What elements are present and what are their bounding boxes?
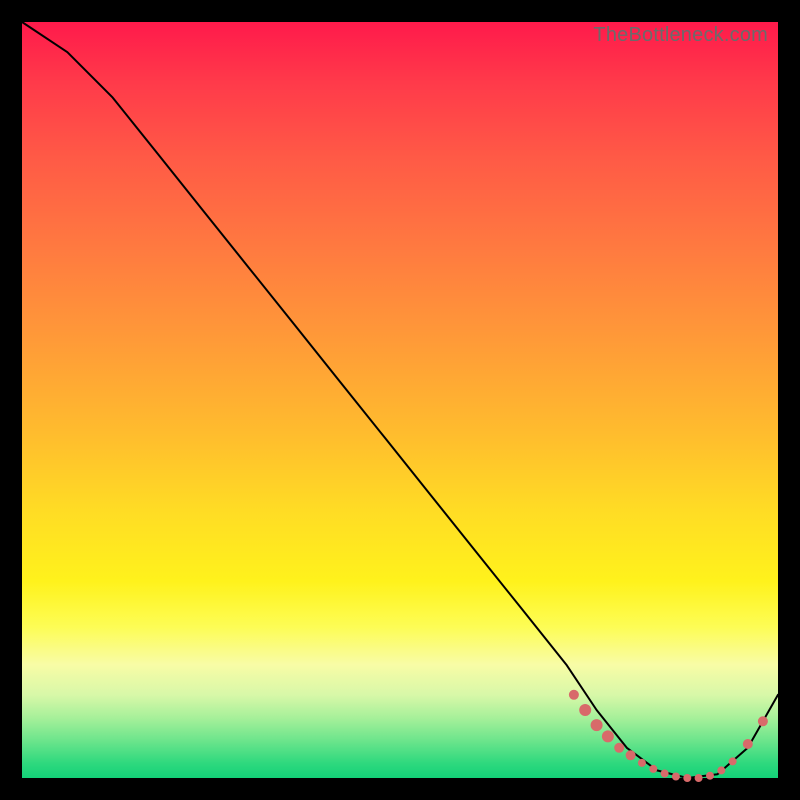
data-marker [579,704,591,716]
data-marker [695,774,703,782]
data-marker [649,765,657,773]
data-marker [602,730,614,742]
marker-group [569,690,768,782]
data-marker [638,759,646,767]
data-marker [683,774,691,782]
data-marker [614,743,624,753]
data-marker [743,739,753,749]
data-marker [729,757,737,765]
data-marker [661,770,669,778]
bottleneck-curve [22,22,778,778]
data-marker [717,766,725,774]
data-marker [758,716,768,726]
data-marker [569,690,579,700]
data-marker [626,750,636,760]
data-marker [706,772,714,780]
data-marker [672,773,680,781]
data-marker [591,719,603,731]
gradient-plot-area: TheBottleneck.com [22,22,778,778]
chart-frame: TheBottleneck.com [0,0,800,800]
curve-overlay-svg [22,22,778,778]
